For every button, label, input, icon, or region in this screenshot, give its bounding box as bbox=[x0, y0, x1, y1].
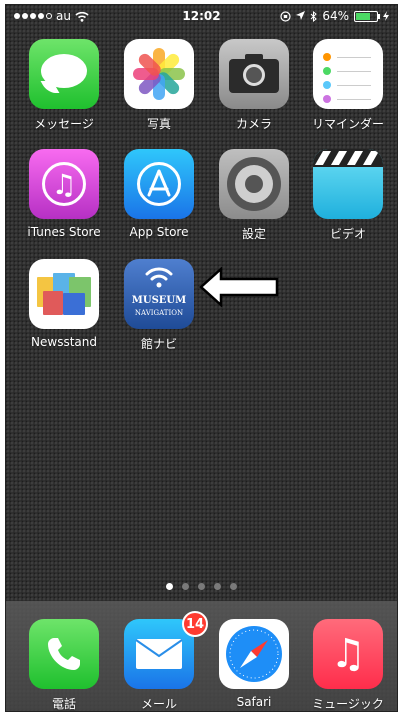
status-right: 64% bbox=[280, 9, 389, 23]
app-label: カメラ bbox=[235, 117, 272, 131]
settings-icon[interactable] bbox=[219, 149, 289, 219]
app-label: iTunes Store bbox=[27, 225, 101, 239]
battery-percent: 64% bbox=[322, 9, 349, 23]
charging-icon bbox=[383, 11, 389, 21]
dock-app-music[interactable]: ♫ ミュージック bbox=[302, 619, 394, 711]
page-dot[interactable] bbox=[230, 583, 237, 590]
music-icon[interactable]: ♫ bbox=[313, 619, 383, 689]
app-label: App Store bbox=[129, 225, 189, 239]
museum-icon-title: MUSEUM bbox=[131, 295, 187, 306]
app-label: 写真 bbox=[146, 117, 171, 131]
app-label: Newsstand bbox=[31, 335, 97, 349]
phone-icon[interactable] bbox=[29, 619, 99, 689]
safari-icon[interactable] bbox=[219, 619, 289, 689]
app-museum-navigation[interactable]: MUSEUM NAVIGATION 館ナビ bbox=[113, 259, 205, 352]
app-camera[interactable]: カメラ bbox=[208, 39, 300, 132]
page-dot-active[interactable] bbox=[166, 583, 173, 590]
app-newsstand[interactable]: Newsstand bbox=[18, 259, 110, 349]
bluetooth-icon bbox=[310, 10, 318, 22]
app-app-store[interactable]: App Store bbox=[113, 149, 205, 239]
messages-icon[interactable] bbox=[29, 39, 99, 109]
page-indicator[interactable] bbox=[6, 583, 397, 590]
app-photos[interactable]: 写真 bbox=[113, 39, 205, 132]
battery-icon bbox=[354, 10, 380, 22]
page-dot[interactable] bbox=[214, 583, 221, 590]
app-label: メール bbox=[140, 697, 177, 711]
app-store-icon[interactable] bbox=[124, 149, 194, 219]
camera-icon[interactable] bbox=[219, 39, 289, 109]
dock-app-phone[interactable]: 電話 bbox=[18, 619, 110, 711]
app-videos[interactable]: ビデオ bbox=[302, 149, 394, 242]
newsstand-icon[interactable] bbox=[29, 259, 99, 329]
app-itunes-store[interactable]: ♫ iTunes Store bbox=[18, 149, 110, 239]
page-dot[interactable] bbox=[198, 583, 205, 590]
museum-navigation-icon[interactable]: MUSEUM NAVIGATION bbox=[124, 259, 194, 329]
app-label: Safari bbox=[236, 695, 272, 709]
app-label: 電話 bbox=[51, 697, 76, 711]
pointer-arrow-icon bbox=[199, 267, 279, 307]
phone-screen: au 12:02 64% メッセージ 写真 カメラ リマインダー ♫ iTune… bbox=[5, 4, 398, 712]
location-icon bbox=[296, 11, 306, 20]
photos-icon[interactable] bbox=[124, 39, 194, 109]
itunes-store-icon[interactable]: ♫ bbox=[29, 149, 99, 219]
app-messages[interactable]: メッセージ bbox=[18, 39, 110, 132]
dock-app-safari[interactable]: Safari bbox=[208, 619, 300, 709]
app-label: 設定 bbox=[241, 227, 266, 241]
status-bar: au 12:02 64% bbox=[6, 5, 397, 27]
orientation-lock-icon bbox=[280, 10, 291, 22]
videos-icon[interactable] bbox=[313, 149, 383, 219]
app-label: ミュージック bbox=[312, 697, 384, 711]
museum-icon-subtitle: NAVIGATION bbox=[134, 309, 184, 317]
wifi-icon bbox=[145, 267, 173, 288]
reminders-icon[interactable] bbox=[313, 39, 383, 109]
app-label: ビデオ bbox=[329, 227, 366, 241]
mail-badge: 14 bbox=[182, 611, 208, 637]
app-settings[interactable]: 設定 bbox=[208, 149, 300, 242]
app-label: 館ナビ bbox=[140, 337, 177, 351]
page-dot[interactable] bbox=[182, 583, 189, 590]
app-label: メッセージ bbox=[34, 117, 94, 131]
app-reminders[interactable]: リマインダー bbox=[302, 39, 394, 132]
app-label: リマインダー bbox=[311, 117, 384, 131]
